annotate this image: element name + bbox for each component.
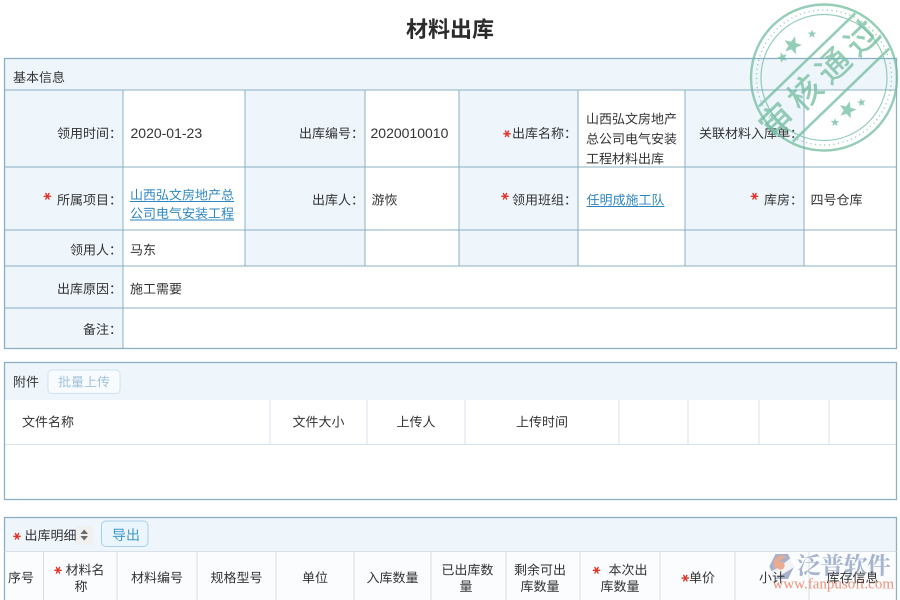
svg-text:2020-01-23: 2020-01-23: [131, 125, 203, 141]
svg-text:2020010010: 2020010010: [371, 125, 449, 141]
